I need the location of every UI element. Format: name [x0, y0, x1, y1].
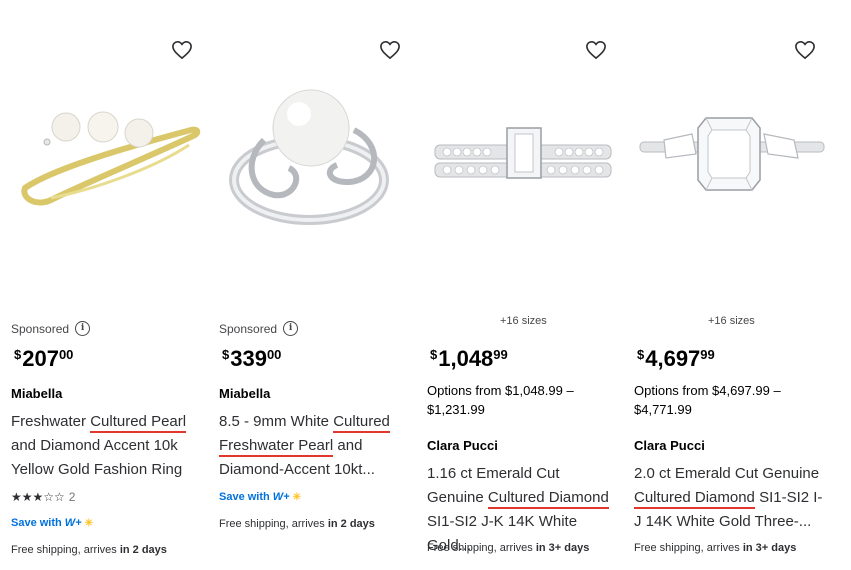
product-card-1[interactable]: Sponsored i $20700 Miabella Freshwater C…: [11, 0, 216, 570]
brand-name: Clara Pucci: [634, 438, 705, 453]
favorite-heart-icon[interactable]: [379, 40, 401, 60]
favorite-heart-icon[interactable]: [794, 40, 816, 60]
shipping-info: Free shipping, arrives in 2 days: [219, 518, 375, 530]
brand-name: Miabella: [219, 386, 271, 401]
product-card-4[interactable]: +16 sizes $4,69799 Options from $4,697.9…: [634, 0, 839, 570]
product-image[interactable]: [634, 70, 830, 245]
product-image[interactable]: [11, 70, 207, 245]
shipping-info: Free shipping, arrives in 2 days: [11, 544, 167, 556]
highlighted-term: Cultured Diamond: [487, 489, 609, 509]
favorite-heart-icon[interactable]: [585, 40, 607, 60]
size-count: +16 sizes: [708, 315, 755, 327]
price-options: Options from $1,048.99 – $1,231.99: [427, 383, 574, 417]
product-image[interactable]: [219, 70, 415, 245]
product-card-3[interactable]: +16 sizes $1,04899 Options from $1,048.9…: [427, 0, 632, 570]
star-rating-icon: ★★★☆☆: [11, 490, 65, 504]
rating: ★★★☆☆ 2: [11, 490, 75, 504]
review-count: 2: [68, 490, 76, 504]
save-with-walmart-plus[interactable]: Save with W+ ✳: [11, 517, 93, 529]
price: $20700: [14, 346, 74, 371]
sponsored-label: Sponsored i: [11, 321, 91, 336]
product-title[interactable]: 2.0 ct Emerald Cut Genuine Cultured Diam…: [634, 462, 824, 534]
product-title[interactable]: Freshwater Cultured Pearl and Diamond Ac…: [11, 410, 201, 482]
brand-name: Miabella: [11, 386, 63, 401]
info-icon[interactable]: i: [75, 321, 91, 336]
price-options: Options from $4,697.99 – $4,771.99: [634, 383, 781, 417]
highlighted-term: Cultured Pearl: [90, 413, 187, 433]
highlighted-term: Freshwater Pearl: [219, 437, 334, 457]
highlighted-term: Cultured: [333, 413, 390, 433]
size-count: +16 sizes: [500, 315, 547, 327]
product-title[interactable]: 8.5 - 9mm White Cultured Freshwater Pear…: [219, 410, 409, 482]
info-icon[interactable]: i: [283, 321, 299, 336]
highlighted-term: Cultured Diamond: [634, 489, 755, 509]
save-with-walmart-plus[interactable]: Save with W+ ✳: [219, 491, 301, 503]
shipping-info: Free shipping, arrives in 3+ days: [427, 542, 590, 554]
product-card-2[interactable]: Sponsored i $33900 Miabella 8.5 - 9mm Wh…: [219, 0, 424, 570]
product-image[interactable]: [427, 70, 623, 245]
brand-name: Clara Pucci: [427, 438, 498, 453]
price: $1,04899: [430, 346, 508, 371]
price: $33900: [222, 346, 282, 371]
spark-icon: ✳: [292, 491, 301, 503]
favorite-heart-icon[interactable]: [171, 40, 193, 60]
sponsored-label: Sponsored i: [219, 321, 299, 336]
shipping-info: Free shipping, arrives in 3+ days: [634, 542, 797, 554]
spark-icon: ✳: [84, 517, 93, 529]
price: $4,69799: [637, 346, 715, 371]
